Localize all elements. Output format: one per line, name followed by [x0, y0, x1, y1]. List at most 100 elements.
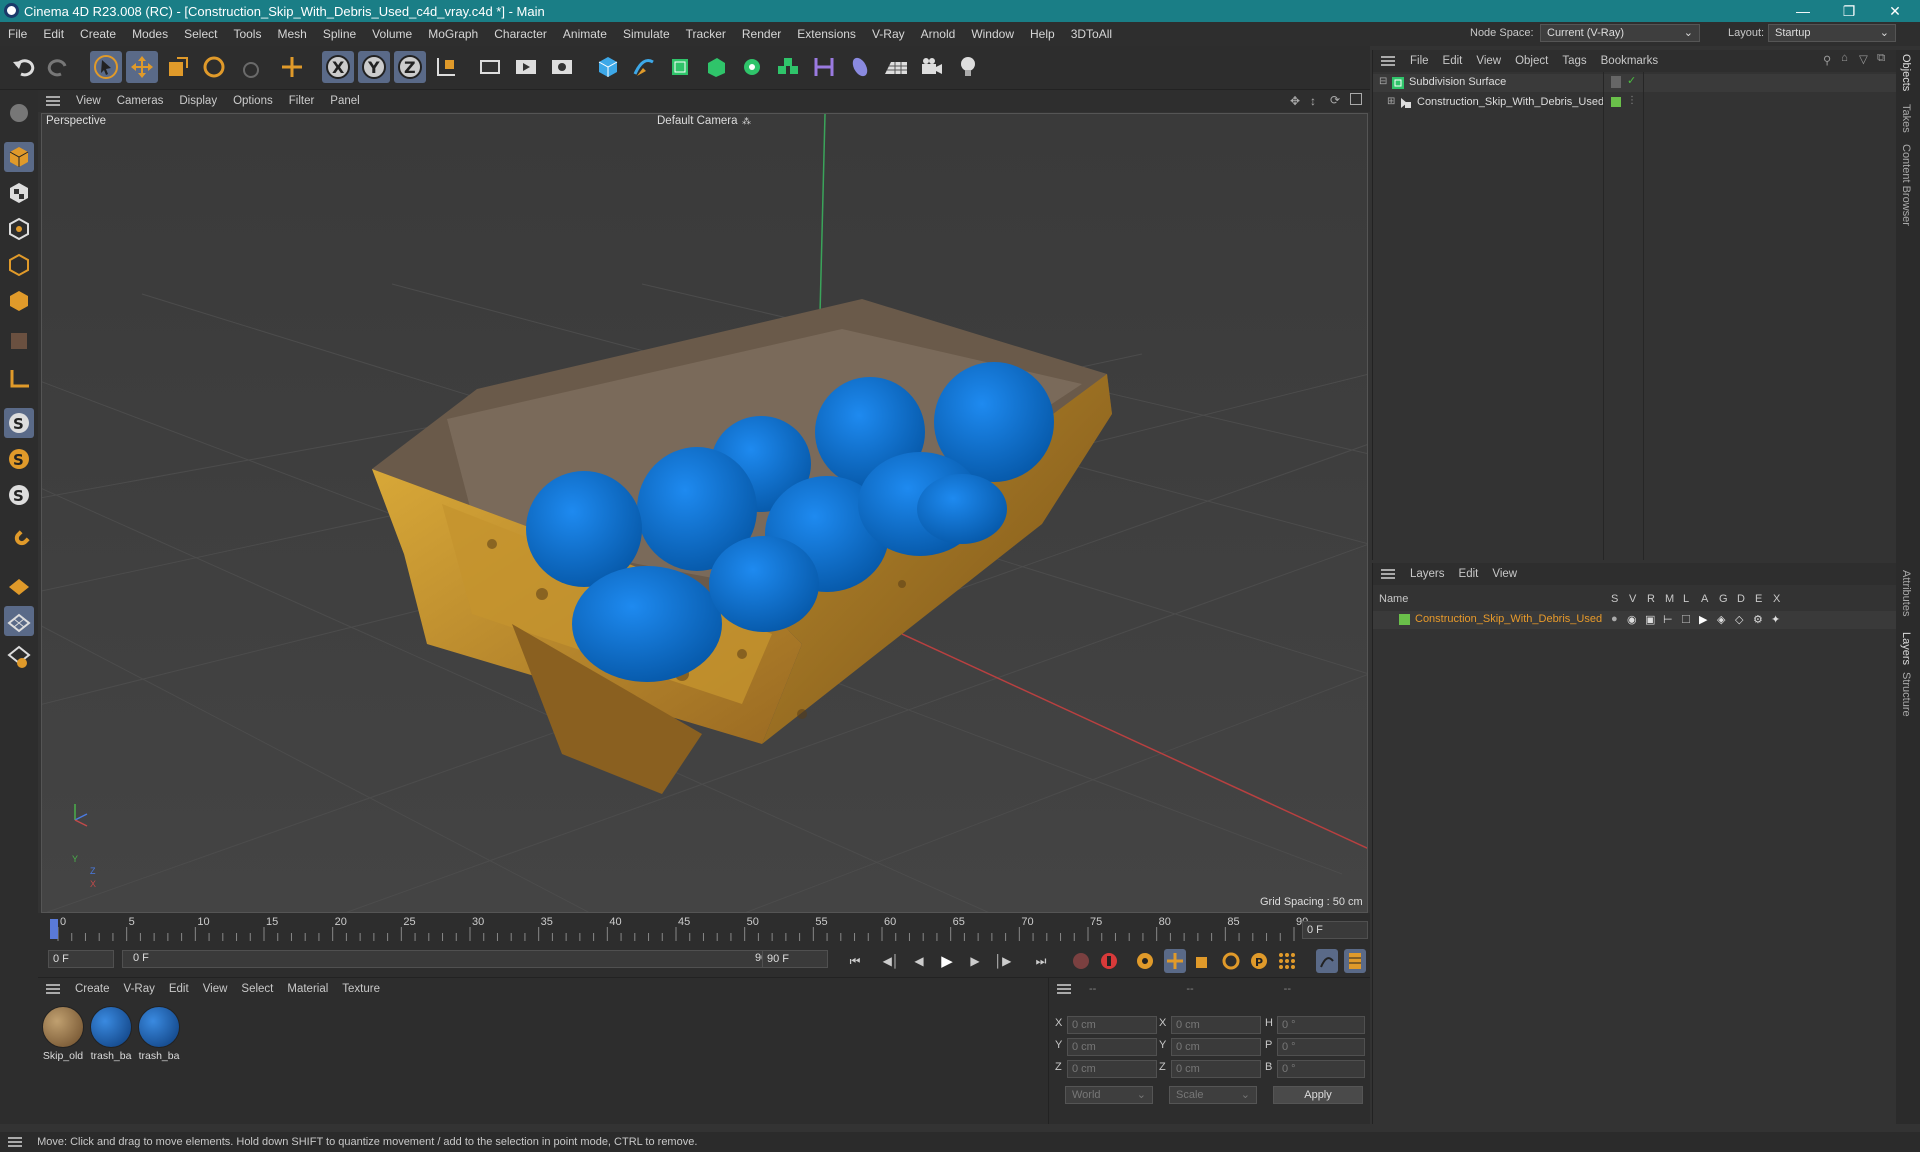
object-mode-icon[interactable] — [4, 142, 34, 172]
viewport-menu-panel[interactable]: Panel — [322, 95, 367, 107]
viewport-menu-view[interactable]: View — [68, 95, 109, 107]
new-window-icon[interactable]: ⧉ — [1877, 52, 1885, 65]
status-hamburger-icon[interactable] — [8, 1137, 22, 1148]
expand-icon[interactable]: ⊞ — [1387, 96, 1395, 107]
key-scale-icon[interactable] — [1192, 949, 1214, 973]
cloner-icon[interactable] — [736, 51, 768, 83]
workplane-grid-icon[interactable] — [4, 606, 34, 636]
current-frame-field[interactable]: 0 F — [1302, 921, 1368, 939]
camera-link-icon[interactable]: ⁂ — [742, 116, 751, 127]
menu-tracker[interactable]: Tracker — [678, 27, 734, 41]
menu-arnold[interactable]: Arnold — [913, 27, 964, 41]
pos-z-field[interactable]: 0 cm — [1067, 1060, 1157, 1078]
axis-mode-icon[interactable] — [4, 364, 34, 394]
menu-file[interactable]: File — [0, 27, 35, 41]
restore-button[interactable]: ❐ — [1826, 0, 1872, 22]
key-position-icon[interactable] — [1164, 949, 1186, 973]
tab-attributes[interactable]: Attributes — [1900, 570, 1912, 616]
material-hamburger-icon[interactable] — [46, 984, 60, 994]
tab-layers[interactable]: Layers — [1900, 632, 1912, 665]
material-menu-vray[interactable]: V-Ray — [117, 983, 162, 995]
uv-mode-icon[interactable] — [4, 326, 34, 356]
close-button[interactable]: ✕ — [1872, 0, 1918, 22]
next-frame-icon[interactable]: ▶ — [964, 949, 986, 973]
dolly-view-icon[interactable]: ↕ — [1310, 94, 1316, 108]
menu-edit[interactable]: Edit — [35, 27, 72, 41]
world-dropdown[interactable]: World ⌄ — [1065, 1086, 1153, 1104]
render-view-icon[interactable] — [474, 51, 506, 83]
menu-help[interactable]: Help — [1022, 27, 1063, 41]
model-mode-icon[interactable] — [4, 98, 34, 128]
light-icon[interactable] — [952, 51, 984, 83]
extrude-icon[interactable] — [700, 51, 732, 83]
select-arrow-icon[interactable] — [90, 51, 122, 83]
scheme-icon[interactable] — [1344, 949, 1366, 973]
snap-mode-icon[interactable]: S — [4, 480, 34, 510]
material-menu-create[interactable]: Create — [68, 983, 117, 995]
menu-3dtoall[interactable]: 3DToAll — [1063, 27, 1120, 41]
subdivision-surface-icon[interactable] — [664, 51, 696, 83]
pen-spline-icon[interactable] — [628, 51, 660, 83]
undo-icon[interactable] — [8, 51, 40, 83]
viewport-menu-filter[interactable]: Filter — [281, 95, 323, 107]
objects-menu-tags[interactable]: Tags — [1555, 55, 1593, 67]
render-icon[interactable]: ▣ — [1645, 613, 1655, 626]
previous-frame-icon[interactable]: ◀ — [908, 949, 930, 973]
edge-mode-icon[interactable] — [4, 250, 34, 280]
lock-icon[interactable]: ☐ — [1681, 613, 1691, 626]
floor-icon[interactable] — [880, 51, 912, 83]
eye-icon[interactable]: ◉ — [1627, 613, 1637, 626]
search-icon[interactable]: ⚲ — [1823, 53, 1831, 67]
object-row-skip[interactable]: ⊞ Construction_Skip_With_Debris_Used ⋮ — [1373, 94, 1897, 112]
visibility-dots-icon[interactable]: ⋮ — [1627, 95, 1637, 106]
size-z-field[interactable]: 0 cm — [1171, 1060, 1261, 1078]
material-menu-edit[interactable]: Edit — [162, 983, 196, 995]
next-key-icon[interactable]: │▶ — [992, 949, 1014, 973]
keyframe-selection-icon[interactable] — [1134, 949, 1156, 973]
material-swatch[interactable]: Skip_old — [40, 1004, 86, 1064]
manager-icon[interactable]: ⊢ — [1663, 613, 1673, 626]
enabled-check-icon[interactable]: ✓ — [1627, 74, 1636, 87]
minimize-button[interactable]: — — [1780, 0, 1826, 22]
menu-modes[interactable]: Modes — [124, 27, 176, 41]
home-icon[interactable]: ⌂ — [1841, 52, 1848, 64]
material-menu-select[interactable]: Select — [234, 983, 280, 995]
rot-b-field[interactable]: 0 ° — [1277, 1060, 1365, 1078]
rotate-view-icon[interactable]: ⟳ — [1330, 93, 1340, 107]
material-swatch[interactable]: trash_ba — [136, 1004, 182, 1064]
coords-hamburger-icon[interactable] — [1057, 984, 1071, 994]
texture-mode-icon[interactable] — [4, 178, 34, 208]
point-mode-icon[interactable] — [4, 214, 34, 244]
animation-icon[interactable]: ▶ — [1699, 613, 1707, 626]
y-axis-lock-icon[interactable]: Y — [358, 51, 390, 83]
layer-row[interactable]: Construction_Skip_With_Debris_Used ● ◉ ▣… — [1373, 611, 1897, 629]
previous-key-icon[interactable]: ◀│ — [880, 949, 902, 973]
layers-menu-view[interactable]: View — [1485, 568, 1524, 580]
record-keys-icon[interactable] — [1070, 949, 1092, 973]
render-settings-icon[interactable] — [546, 51, 578, 83]
scale-icon[interactable] — [162, 51, 194, 83]
render-picture-viewer-icon[interactable] — [510, 51, 542, 83]
menu-character[interactable]: Character — [486, 27, 555, 41]
workplane-icon[interactable] — [4, 570, 34, 600]
menu-render[interactable]: Render — [734, 27, 789, 41]
rotate-icon[interactable] — [198, 51, 230, 83]
menu-vray[interactable]: V-Ray — [864, 27, 913, 41]
objects-menu-file[interactable]: File — [1403, 55, 1436, 67]
tab-structure[interactable]: Structure — [1900, 672, 1912, 717]
key-rotation-icon[interactable] — [1220, 949, 1242, 973]
size-y-field[interactable]: 0 cm — [1171, 1038, 1261, 1056]
pos-x-field[interactable]: 0 cm — [1067, 1016, 1157, 1034]
viewport-hamburger-icon[interactable] — [46, 96, 60, 106]
viewport-menu-cameras[interactable]: Cameras — [109, 95, 172, 107]
material-menu-material[interactable]: Material — [280, 983, 335, 995]
x-axis-lock-icon[interactable]: X — [322, 51, 354, 83]
deformers-icon[interactable]: ◇ — [1735, 613, 1743, 626]
tab-objects[interactable]: Objects — [1900, 54, 1912, 91]
layers-hamburger-icon[interactable] — [1381, 569, 1395, 579]
timeline-editor-icon[interactable] — [1316, 949, 1338, 973]
menu-animate[interactable]: Animate — [555, 27, 615, 41]
generators-icon[interactable]: ◈ — [1717, 613, 1725, 626]
objects-hamburger-icon[interactable] — [1381, 56, 1395, 66]
redo-icon[interactable] — [42, 51, 74, 83]
